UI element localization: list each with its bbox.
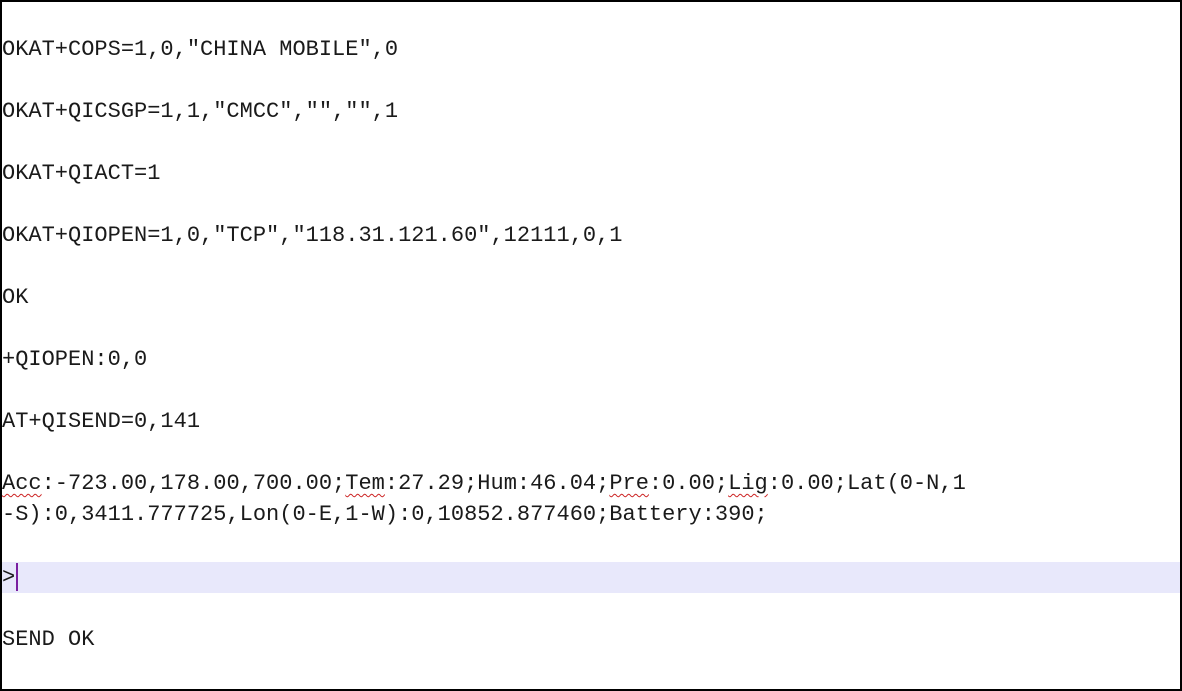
text-caret: [16, 563, 19, 592]
spell-flag-tem: Tem: [345, 471, 385, 496]
spell-flag-acc: Acc: [2, 471, 42, 496]
spell-flag-pre: Pre: [609, 471, 649, 496]
send-prompt: >: [2, 565, 16, 590]
log-line-qiopen-cmd: OKAT+QIOPEN=1,0,"TCP","118.31.121.60",12…: [2, 223, 623, 248]
log-line-qiact: OKAT+QIACT=1: [2, 161, 161, 186]
payload-pre-value: :0.00;: [648, 471, 729, 496]
log-line-cops: OKAT+COPS=1,0,"CHINA MOBILE",0: [2, 37, 399, 62]
current-line-prompt[interactable]: >: [2, 562, 1180, 593]
spell-flag-lig: Lig: [728, 471, 768, 496]
log-line-ok: OK: [2, 285, 29, 310]
serial-log-editor[interactable]: OKAT+COPS=1,0,"CHINA MOBILE",0 OKAT+QICS…: [2, 2, 1180, 689]
payload-tem-hum-values: :27.29;Hum:46.04;: [384, 471, 610, 496]
log-line-send-ok: SEND OK: [2, 627, 95, 652]
log-line-qisend: AT+QISEND=0,141: [2, 409, 201, 434]
log-line-qicsgp: OKAT+QICSGP=1,1,"CMCC","","",1: [2, 99, 399, 124]
payload-lig-lat-values: :0.00;Lat(0-N,1: [767, 471, 966, 496]
payload-acc-values: :-723.00,178.00,700.00;: [41, 471, 346, 496]
terminal-window: OKAT+COPS=1,0,"CHINA MOBILE",0 OKAT+QICS…: [0, 0, 1182, 691]
log-line-qiopen-urc: +QIOPEN:0,0: [2, 347, 148, 372]
log-line-payload-1: Acc:-723.00,178.00,700.00;Tem:27.29;Hum:…: [2, 468, 1180, 499]
log-line-payload-2: -S):0,3411.777725,Lon(0-E,1-W):0,10852.8…: [2, 502, 768, 527]
